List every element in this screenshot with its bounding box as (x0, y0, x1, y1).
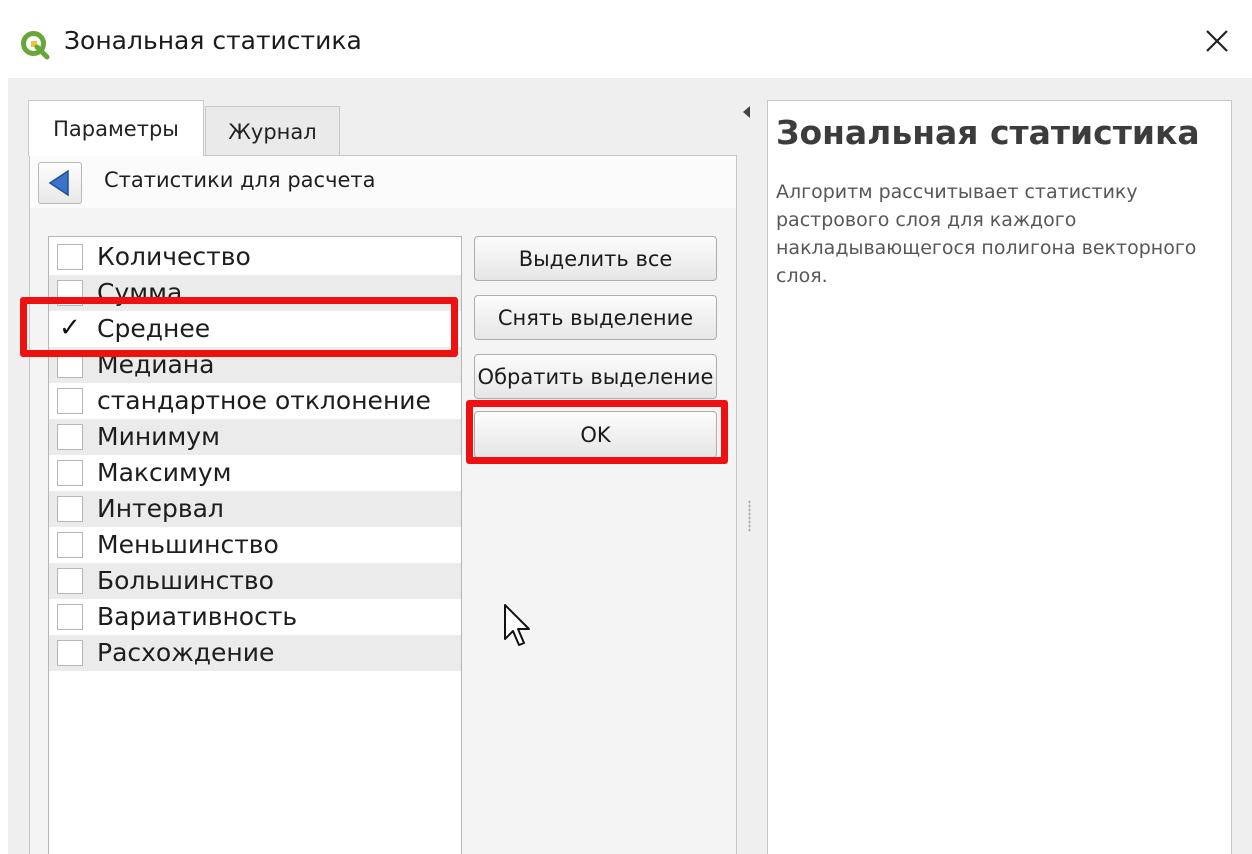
list-item[interactable]: Меньшинство (49, 527, 461, 563)
checkbox[interactable] (57, 244, 83, 270)
help-title: Зональная статистика (776, 113, 1200, 152)
select-all-button[interactable]: Выделить все (474, 236, 717, 281)
checkbox[interactable] (57, 496, 83, 522)
item-label: Вариативность (97, 602, 298, 631)
list-item[interactable]: стандартное отклонение (49, 383, 461, 419)
list-item[interactable]: Минимум (49, 419, 461, 455)
item-label: Расхождение (97, 638, 275, 667)
checkbox[interactable] (57, 460, 83, 486)
close-icon[interactable] (1200, 24, 1234, 58)
list-item[interactable]: Максимум (49, 455, 461, 491)
back-arrow-icon (48, 169, 69, 197)
highlight-box-average (20, 297, 458, 357)
back-button[interactable] (38, 162, 82, 204)
checkbox[interactable] (57, 532, 83, 558)
title-bar: Зональная статистика (0, 0, 1252, 78)
checkbox[interactable] (57, 568, 83, 594)
list-item[interactable]: Расхождение (49, 635, 461, 671)
panel-title: Статистики для расчета (104, 168, 376, 192)
item-label: Минимум (97, 422, 220, 451)
checkbox[interactable] (57, 604, 83, 630)
help-description: Алгоритм рассчитывает статистику растров… (776, 181, 1197, 287)
deselect-button[interactable]: Снять выделение (474, 295, 717, 340)
checkbox[interactable] (57, 388, 83, 414)
window-title: Зональная статистика (64, 26, 362, 55)
tab-parameters-label: Параметры (53, 116, 179, 141)
item-label: Большинство (97, 566, 274, 595)
splitter-handle[interactable] (748, 500, 751, 532)
list-item[interactable]: Количество (49, 239, 461, 275)
checkbox[interactable] (57, 640, 83, 666)
item-label: стандартное отклонение (97, 386, 431, 415)
tab-log[interactable]: Журнал (205, 106, 340, 156)
tab-parameters[interactable]: Параметры (28, 100, 204, 156)
qgis-logo-icon (21, 31, 50, 60)
checkbox[interactable] (57, 424, 83, 450)
item-label: Меньшинство (97, 530, 279, 559)
item-label: Интервал (97, 494, 224, 523)
item-label: Количество (97, 242, 251, 271)
mouse-cursor-icon (504, 604, 530, 646)
list-item[interactable]: Вариативность (49, 599, 461, 635)
tab-log-label: Журнал (228, 119, 317, 144)
invert-selection-button[interactable]: Обратить выделение (474, 354, 717, 399)
collapse-left-icon[interactable] (742, 104, 752, 120)
item-label: Максимум (97, 458, 232, 487)
highlight-box-ok (466, 400, 728, 464)
list-item[interactable]: Интервал (49, 491, 461, 527)
list-item[interactable]: Большинство (49, 563, 461, 599)
